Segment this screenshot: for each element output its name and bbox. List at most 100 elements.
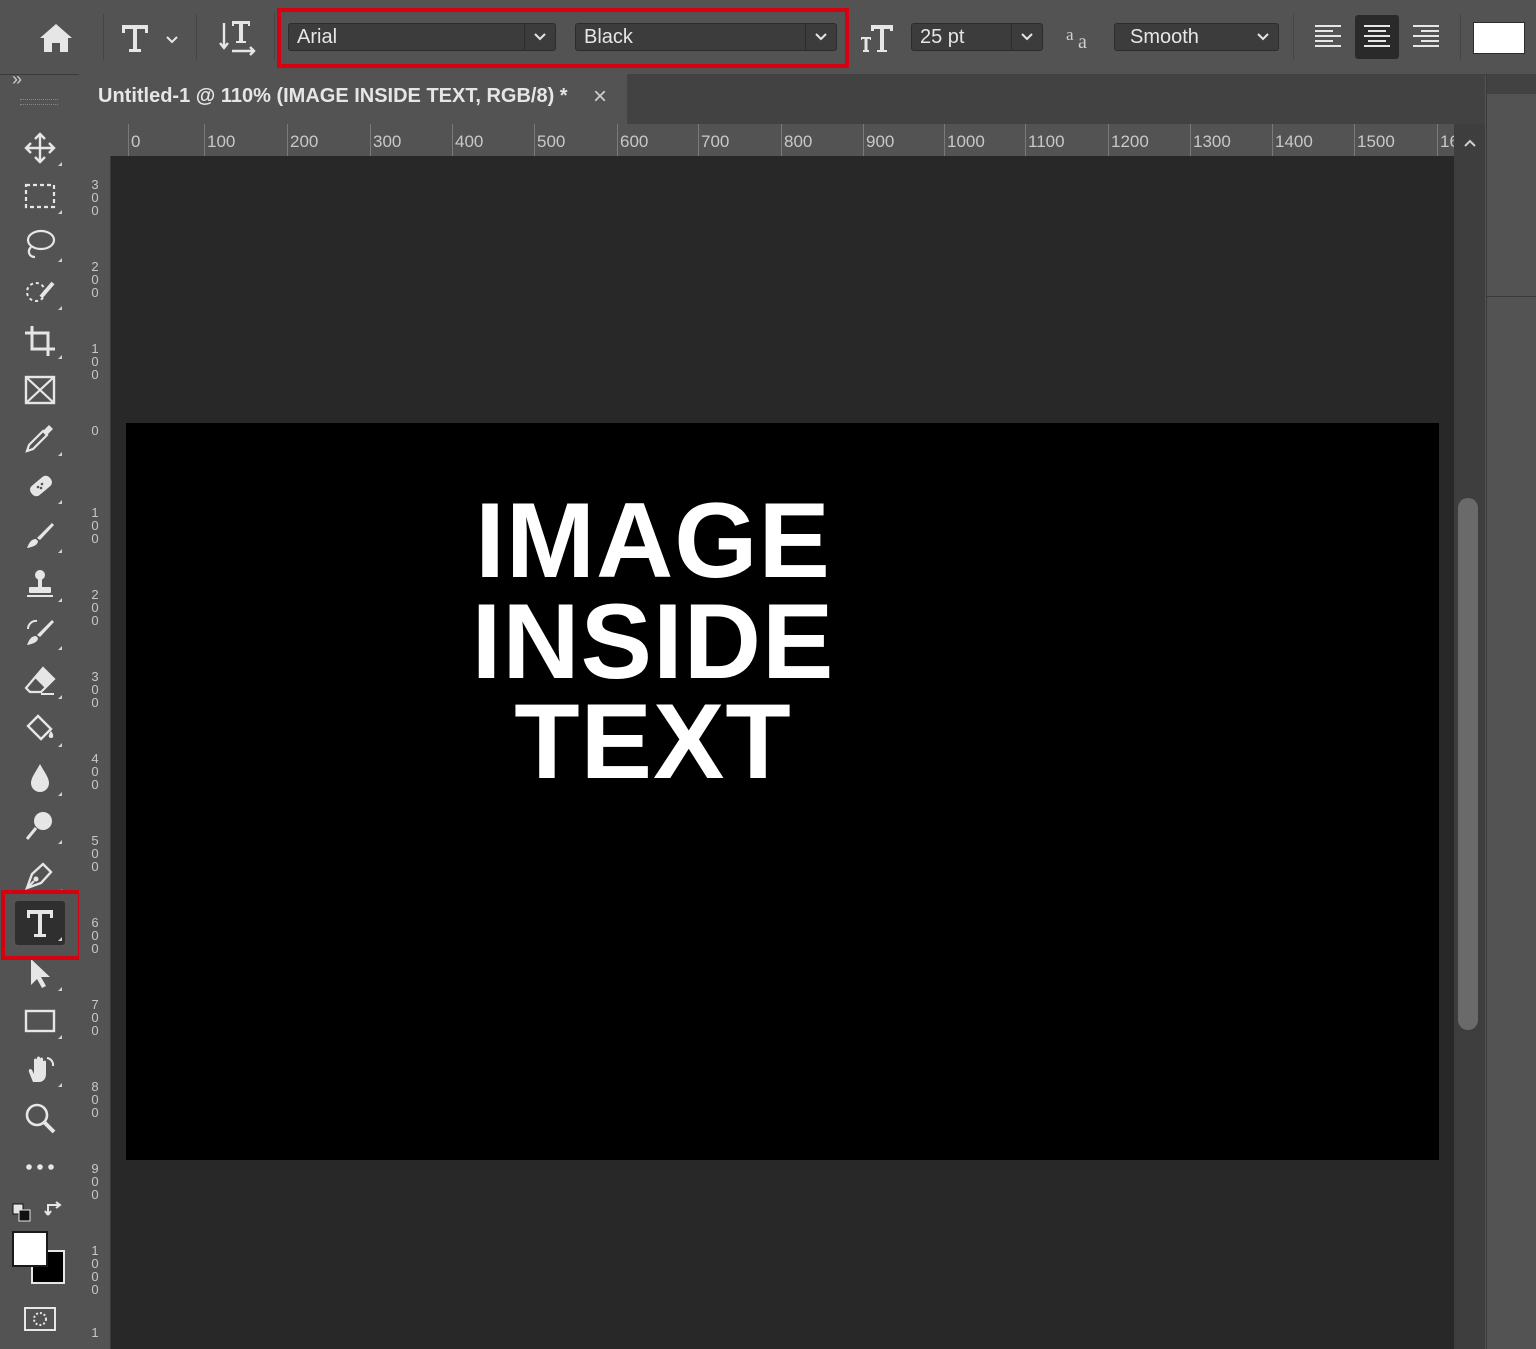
ruler-tick-label: 100 [91, 341, 99, 382]
svg-text:a: a [1066, 25, 1074, 44]
default-colors-button[interactable] [12, 1203, 32, 1223]
frame-tool[interactable] [15, 368, 65, 412]
ruler-tick-label: 700 [701, 132, 730, 151]
ruler-tick-label: 900 [91, 1161, 99, 1202]
type-tool-highlight [1, 890, 82, 960]
ruler-tick-label: 300 [373, 132, 402, 151]
foreground-color-swatch[interactable] [12, 1231, 48, 1267]
align-left-icon [1315, 25, 1341, 47]
font-size-value: 25 pt [920, 26, 965, 48]
bucket-icon [26, 714, 54, 741]
home-icon [40, 24, 72, 52]
ruler-tick-label: 400 [455, 132, 484, 151]
quick-mask-button[interactable] [24, 1307, 58, 1333]
ruler-tick-label: 300 [91, 669, 99, 710]
toggle-text-orientation-button[interactable] [216, 16, 260, 58]
text-line-1[interactable]: IMAGE [441, 485, 865, 595]
history-brush-icon [26, 619, 54, 645]
align-right-icon [1413, 25, 1439, 47]
eyedropper-tool[interactable] [15, 416, 65, 460]
blur-tool[interactable] [15, 756, 65, 800]
crop-icon [25, 326, 55, 356]
tool-preset-picker[interactable] [114, 18, 184, 58]
chevron-down-icon [1257, 33, 1269, 41]
ruler-tick-label: 300 [91, 177, 99, 218]
ruler-tick-label: 800 [91, 1079, 99, 1120]
swap-arrows-icon [44, 1201, 62, 1216]
frame-icon [24, 375, 56, 405]
vertical-ruler[interactable]: 3002001000100200300400500600700800900100… [79, 156, 111, 1349]
rectangular-marquee-tool[interactable] [15, 174, 65, 218]
ruler-tick-label: 600 [91, 915, 99, 956]
quick-selection-tool[interactable] [15, 270, 65, 314]
align-right-button[interactable] [1404, 15, 1448, 59]
swap-colors-button[interactable] [44, 1201, 66, 1223]
ruler-tick-label: 200 [290, 132, 319, 151]
options-bar: Arial Black 25 pt a a Smooth [0, 0, 1536, 75]
antialias-icon: a a [1066, 25, 1087, 52]
hand-icon [28, 1056, 55, 1082]
font-size-dropdown[interactable]: 25 pt [911, 23, 1043, 51]
spot-healing-tool[interactable] [15, 464, 65, 508]
align-center-button[interactable] [1355, 15, 1399, 59]
crop-tool[interactable] [15, 319, 65, 363]
ruler-tick-label: 1000 [947, 132, 985, 151]
ruler-tick-label: 700 [91, 997, 99, 1038]
collapse-panels-button[interactable]: » [12, 69, 22, 90]
text-line-2[interactable]: INSIDE [441, 586, 865, 696]
eraser-tool[interactable] [15, 659, 65, 703]
vertical-scrollbar[interactable] [1454, 124, 1485, 1349]
hand-tool[interactable] [15, 1047, 65, 1091]
brush-icon [27, 523, 54, 548]
text-line-3[interactable]: TEXT [441, 686, 865, 796]
ruler-tick-label: 800 [784, 132, 813, 151]
antialias-dropdown[interactable]: Smooth [1114, 23, 1279, 51]
quick-selection-icon [26, 281, 55, 302]
brush-tool[interactable] [15, 513, 65, 557]
toolbar-grip[interactable] [20, 99, 58, 105]
ruler-tick-label: 1100 [1028, 132, 1065, 151]
ruler-tick-label: 400 [91, 751, 99, 792]
svg-text:a: a [1078, 31, 1087, 52]
ruler-tick-label: 1500 [1357, 132, 1395, 151]
antialias-value: Smooth [1130, 26, 1199, 48]
zoom-tool[interactable] [15, 1096, 65, 1140]
move-tool[interactable] [15, 126, 65, 170]
horizontal-ruler[interactable]: 0 100 200 300 400 500 600 700 800 900 1000 1100 1200… [79, 124, 1485, 157]
chevron-down-icon [166, 36, 178, 44]
chevron-down-icon [1021, 33, 1033, 41]
paint-bucket-tool[interactable] [15, 707, 65, 751]
rectangle-icon [24, 1009, 56, 1033]
text-orientation-icon [219, 21, 256, 56]
align-center-icon [1364, 25, 1390, 47]
align-left-button[interactable] [1306, 15, 1350, 59]
move-icon [24, 132, 56, 164]
dodge-tool[interactable] [15, 804, 65, 848]
edit-toolbar[interactable] [15, 1145, 65, 1189]
close-icon[interactable]: × [593, 83, 607, 111]
scroll-up-icon[interactable] [1463, 138, 1477, 148]
ruler-tick-label: 600 [620, 132, 649, 151]
ruler-tick-label: 200 [91, 259, 99, 300]
ruler-tick-label: 500 [91, 833, 99, 874]
right-panel-dock [1486, 74, 1536, 1349]
ruler-tick-label: 0 [91, 423, 99, 438]
type-icon [122, 25, 148, 52]
scrollbar-thumb[interactable] [1458, 498, 1478, 1030]
lasso-tool[interactable] [15, 222, 65, 266]
document-canvas[interactable]: IMAGE INSIDE TEXT [126, 423, 1439, 1160]
ruler-tick-label: 1 [91, 1325, 99, 1340]
eraser-icon [24, 666, 56, 695]
clone-stamp-tool[interactable] [15, 562, 65, 606]
document-title: Untitled-1 @ 110% (IMAGE INSIDE TEXT, RG… [98, 85, 568, 107]
rectangle-tool[interactable] [15, 999, 65, 1043]
document-tab[interactable]: Untitled-1 @ 110% (IMAGE INSIDE TEXT, RG… [79, 74, 627, 124]
ruler-tick-label: 900 [866, 132, 895, 151]
toolbar: » [0, 69, 82, 1349]
text-color-swatch[interactable] [1473, 22, 1525, 54]
history-brush-tool[interactable] [15, 610, 65, 654]
font-size-icon [861, 25, 893, 52]
stamp-icon [27, 570, 53, 597]
home-button[interactable] [30, 18, 82, 58]
ruler-tick-label: 1300 [1193, 132, 1231, 151]
